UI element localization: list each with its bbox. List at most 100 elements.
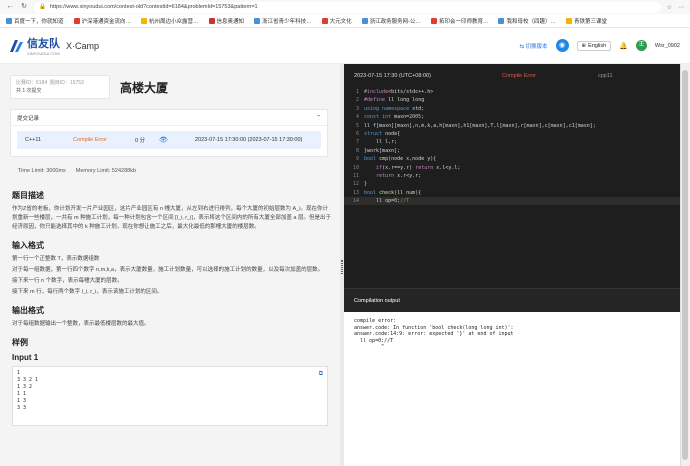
code-line: 6 struct node{ [355, 130, 401, 137]
bookmark-icon [141, 17, 148, 24]
input-p3: 接下来一行 n 个数字，表示每幢大厦的层数。 [12, 278, 123, 284]
bell-icon[interactable]: 🔔 [619, 42, 628, 50]
globe-icon: ⊕ [581, 42, 587, 49]
code-line: 10 if(x.r==y.r) return x.l<y.l; [352, 164, 461, 171]
problem-meta: 比赛ID：6184 题目ID：15753 共 1 次提交 [10, 75, 110, 99]
input-p2: 对于每一组数据，第一行四个数字 n,m,k,a，表示大厦数量，施工计划数量，可以… [12, 267, 324, 273]
bookmark-item[interactable]: 沪深港通资金流向… [73, 17, 131, 25]
compilation-output-panel: Compilation output compile error: answer… [344, 288, 680, 466]
bookmark-item[interactable]: 浙江省青少年科技… [254, 17, 312, 25]
logo-subtext: XINYOUDUI.COM [27, 51, 60, 56]
contest-id: 6184 [36, 80, 48, 86]
bookmark-icon [6, 17, 12, 24]
code-line: 13 bool check(ll num){ [352, 189, 422, 196]
chevron-up-icon[interactable]: ⌃ [316, 115, 321, 121]
reload-icon[interactable]: ↻ [20, 3, 28, 11]
problem-id: 15753 [69, 80, 84, 86]
star-icon[interactable]: ☆ [667, 4, 672, 11]
site-header: 信友队 XINYOUDUI.COM X·Camp ⇆ 切换版本 ◉ ⊕ Engli… [0, 28, 690, 64]
input1-title: Input 1 [12, 353, 39, 362]
input-p1: 第一行一个正整数 T，表示数据组数 [12, 256, 100, 262]
submission-panel: 提交记录 ⌃ C++11 Compile Error 0 分 👁 2023-07… [10, 109, 328, 157]
bookmarks-bar: 百度一下，你就知道 沪深港通资金流向… 杭州周边小众露营… 信息奥通知 浙江省青… [0, 14, 690, 28]
code-line: 3 using namespace std; [355, 105, 425, 112]
desc-title: 题目描述 [12, 191, 44, 200]
bookmark-icon [565, 17, 572, 24]
url-field[interactable]: 🔒 https://www.xinyoudui.com/contest-old?… [34, 1, 661, 13]
logo-icon [10, 39, 24, 52]
url-text: https://www.xinyoudui.com/contest-old?co… [49, 4, 258, 10]
output-text: compile error: answer.code: In function … [344, 312, 680, 466]
code-area[interactable]: 1 #include<bits/stdc++.h> 2 #define ll lon… [344, 88, 680, 206]
bookmark-item[interactable]: 青铁第三课堂 [565, 17, 607, 25]
bookmark-icon [361, 17, 368, 24]
site-logo[interactable]: 信友队 XINYOUDUI.COM [10, 35, 60, 56]
browser-address-bar: ← ↻ 🔒 https://www.xinyoudui.com/contest-… [0, 0, 690, 14]
bookmark-item[interactable]: 大元文化 [321, 17, 352, 25]
sample-title: 样例 [12, 338, 28, 347]
xcamp-logo[interactable]: X·Camp [66, 41, 99, 51]
code-editor[interactable]: 2023-07-15 17:30 (UTC+08:00) Compile Err… [344, 64, 680, 288]
view-eye-icon[interactable]: 👁 [159, 136, 195, 144]
logo-text: 信友队 [27, 38, 60, 50]
code-line-active: 14 ll op=0;//T [344, 197, 680, 206]
bookmark-icon [498, 17, 505, 24]
xcamp-text: X·Camp [66, 40, 100, 51]
editor-timestamp: 2023-07-15 17:30 (UTC+08:00) [354, 73, 431, 79]
submission-score: 0 分 [135, 138, 146, 144]
code-line: 11 return x.r<y.r; [352, 172, 422, 179]
code-line: 1 #include<bits/stdc++.h> [355, 89, 434, 95]
output-title: Compilation output [344, 288, 680, 312]
submission-time: 2023-07-15 17:30:00 (2023-07-15 17:30:00… [195, 137, 303, 143]
drag-handle[interactable] [341, 260, 343, 274]
username[interactable]: Wsr_0902 [655, 43, 680, 49]
editor-toolbar: 2023-07-15 17:30 (UTC+08:00) Compile Err… [344, 64, 680, 88]
output-p1: 对于每组数据输出一个整数，表示最低楼层数的最大值。 [12, 321, 150, 327]
output-title: 输出格式 [12, 306, 44, 315]
problem-title: 高楼大厦 [120, 80, 169, 95]
input-title: 输入格式 [12, 241, 44, 250]
bookmark-icon [254, 17, 261, 24]
problem-content: 题目描述 作为Z省的老板，你计划开发一片产业园区，这片产业园区有 n 幢大厦，从… [12, 182, 332, 426]
code-line: 8}work[maxn]; [355, 147, 401, 154]
code-line: 9 bool cmp(node x,node y){ [355, 156, 437, 163]
bookmark-item[interactable]: 浙江政务服务网-公… [361, 17, 421, 25]
bookmark-item[interactable]: 我和母校（四趣）… [498, 17, 556, 25]
bookmark-item[interactable]: 杭州周边小众露营… [141, 17, 199, 25]
copy-icon[interactable]: ⧉ [319, 370, 323, 377]
switch-version-link[interactable]: ⇆ 切换版本 [519, 42, 547, 50]
submit-count: 共 1 次提交 [16, 88, 42, 94]
bookmark-icon [430, 17, 437, 24]
bookmark-item[interactable]: 拓印会一印师教育… [430, 17, 488, 25]
submission-lang: C++11 [25, 137, 42, 143]
code-line: 7 ll l,r; [355, 139, 398, 146]
editor-lang[interactable]: cpp11 [598, 73, 613, 79]
limits: Time Limit: 3000ms Memory Limit: 524288k… [18, 168, 136, 174]
bookmark-item[interactable]: 信息奥通知 [208, 17, 244, 25]
submission-status: Compile Error [73, 137, 107, 143]
time-limit: Time Limit: 3000ms [18, 168, 66, 174]
page-scrollbar-thumb[interactable] [682, 70, 688, 460]
editor-status: Compile Error [502, 73, 536, 79]
bookmark-item[interactable]: 百度一下，你就知道 [6, 17, 64, 25]
code-line: 12} [352, 181, 368, 188]
language-button[interactable]: ⊕ English [576, 40, 612, 51]
bookmark-icon [73, 17, 80, 24]
code-line: 4 const int maxn=2005; [355, 114, 425, 121]
extensions-icon[interactable]: ⋯ [678, 4, 684, 11]
sample-input: ⧉ 1 3 3 2 1 1 3 2 1 1 1 3 3 3 [12, 366, 328, 426]
problem-panel: 比赛ID：6184 题目ID：15753 共 1 次提交 高楼大厦 提交记录 ⌃… [0, 64, 340, 466]
lock-icon: 🔒 [39, 4, 46, 10]
submission-row[interactable]: C++11 Compile Error 0 分 👁 2023-07-15 17:… [17, 131, 321, 149]
code-line: 5 ll f[maxn][maxn],n,m,k,a,h[maxn],h1[max… [355, 122, 596, 129]
wechat-icon[interactable]: ◉ [555, 39, 569, 52]
memory-limit: Memory Limit: 524288kb [75, 168, 137, 174]
bookmark-icon [321, 17, 328, 24]
submission-tab[interactable]: 提交记录 ⌃ [11, 110, 327, 126]
input-p4: 接下来 m 行，每行两个数字 l_i, r_i，表示该施工计划的区间。 [12, 289, 163, 295]
code-line: 2 #define ll long long [355, 97, 425, 104]
desc-text: 作为Z省的老板，你计划开发一片产业园区，这片产业园区有 n 幢大厦，从左到右进行… [12, 206, 332, 230]
bookmark-icon [208, 17, 215, 24]
back-icon[interactable]: ← [6, 3, 14, 11]
avatar[interactable]: 王 [635, 40, 647, 51]
